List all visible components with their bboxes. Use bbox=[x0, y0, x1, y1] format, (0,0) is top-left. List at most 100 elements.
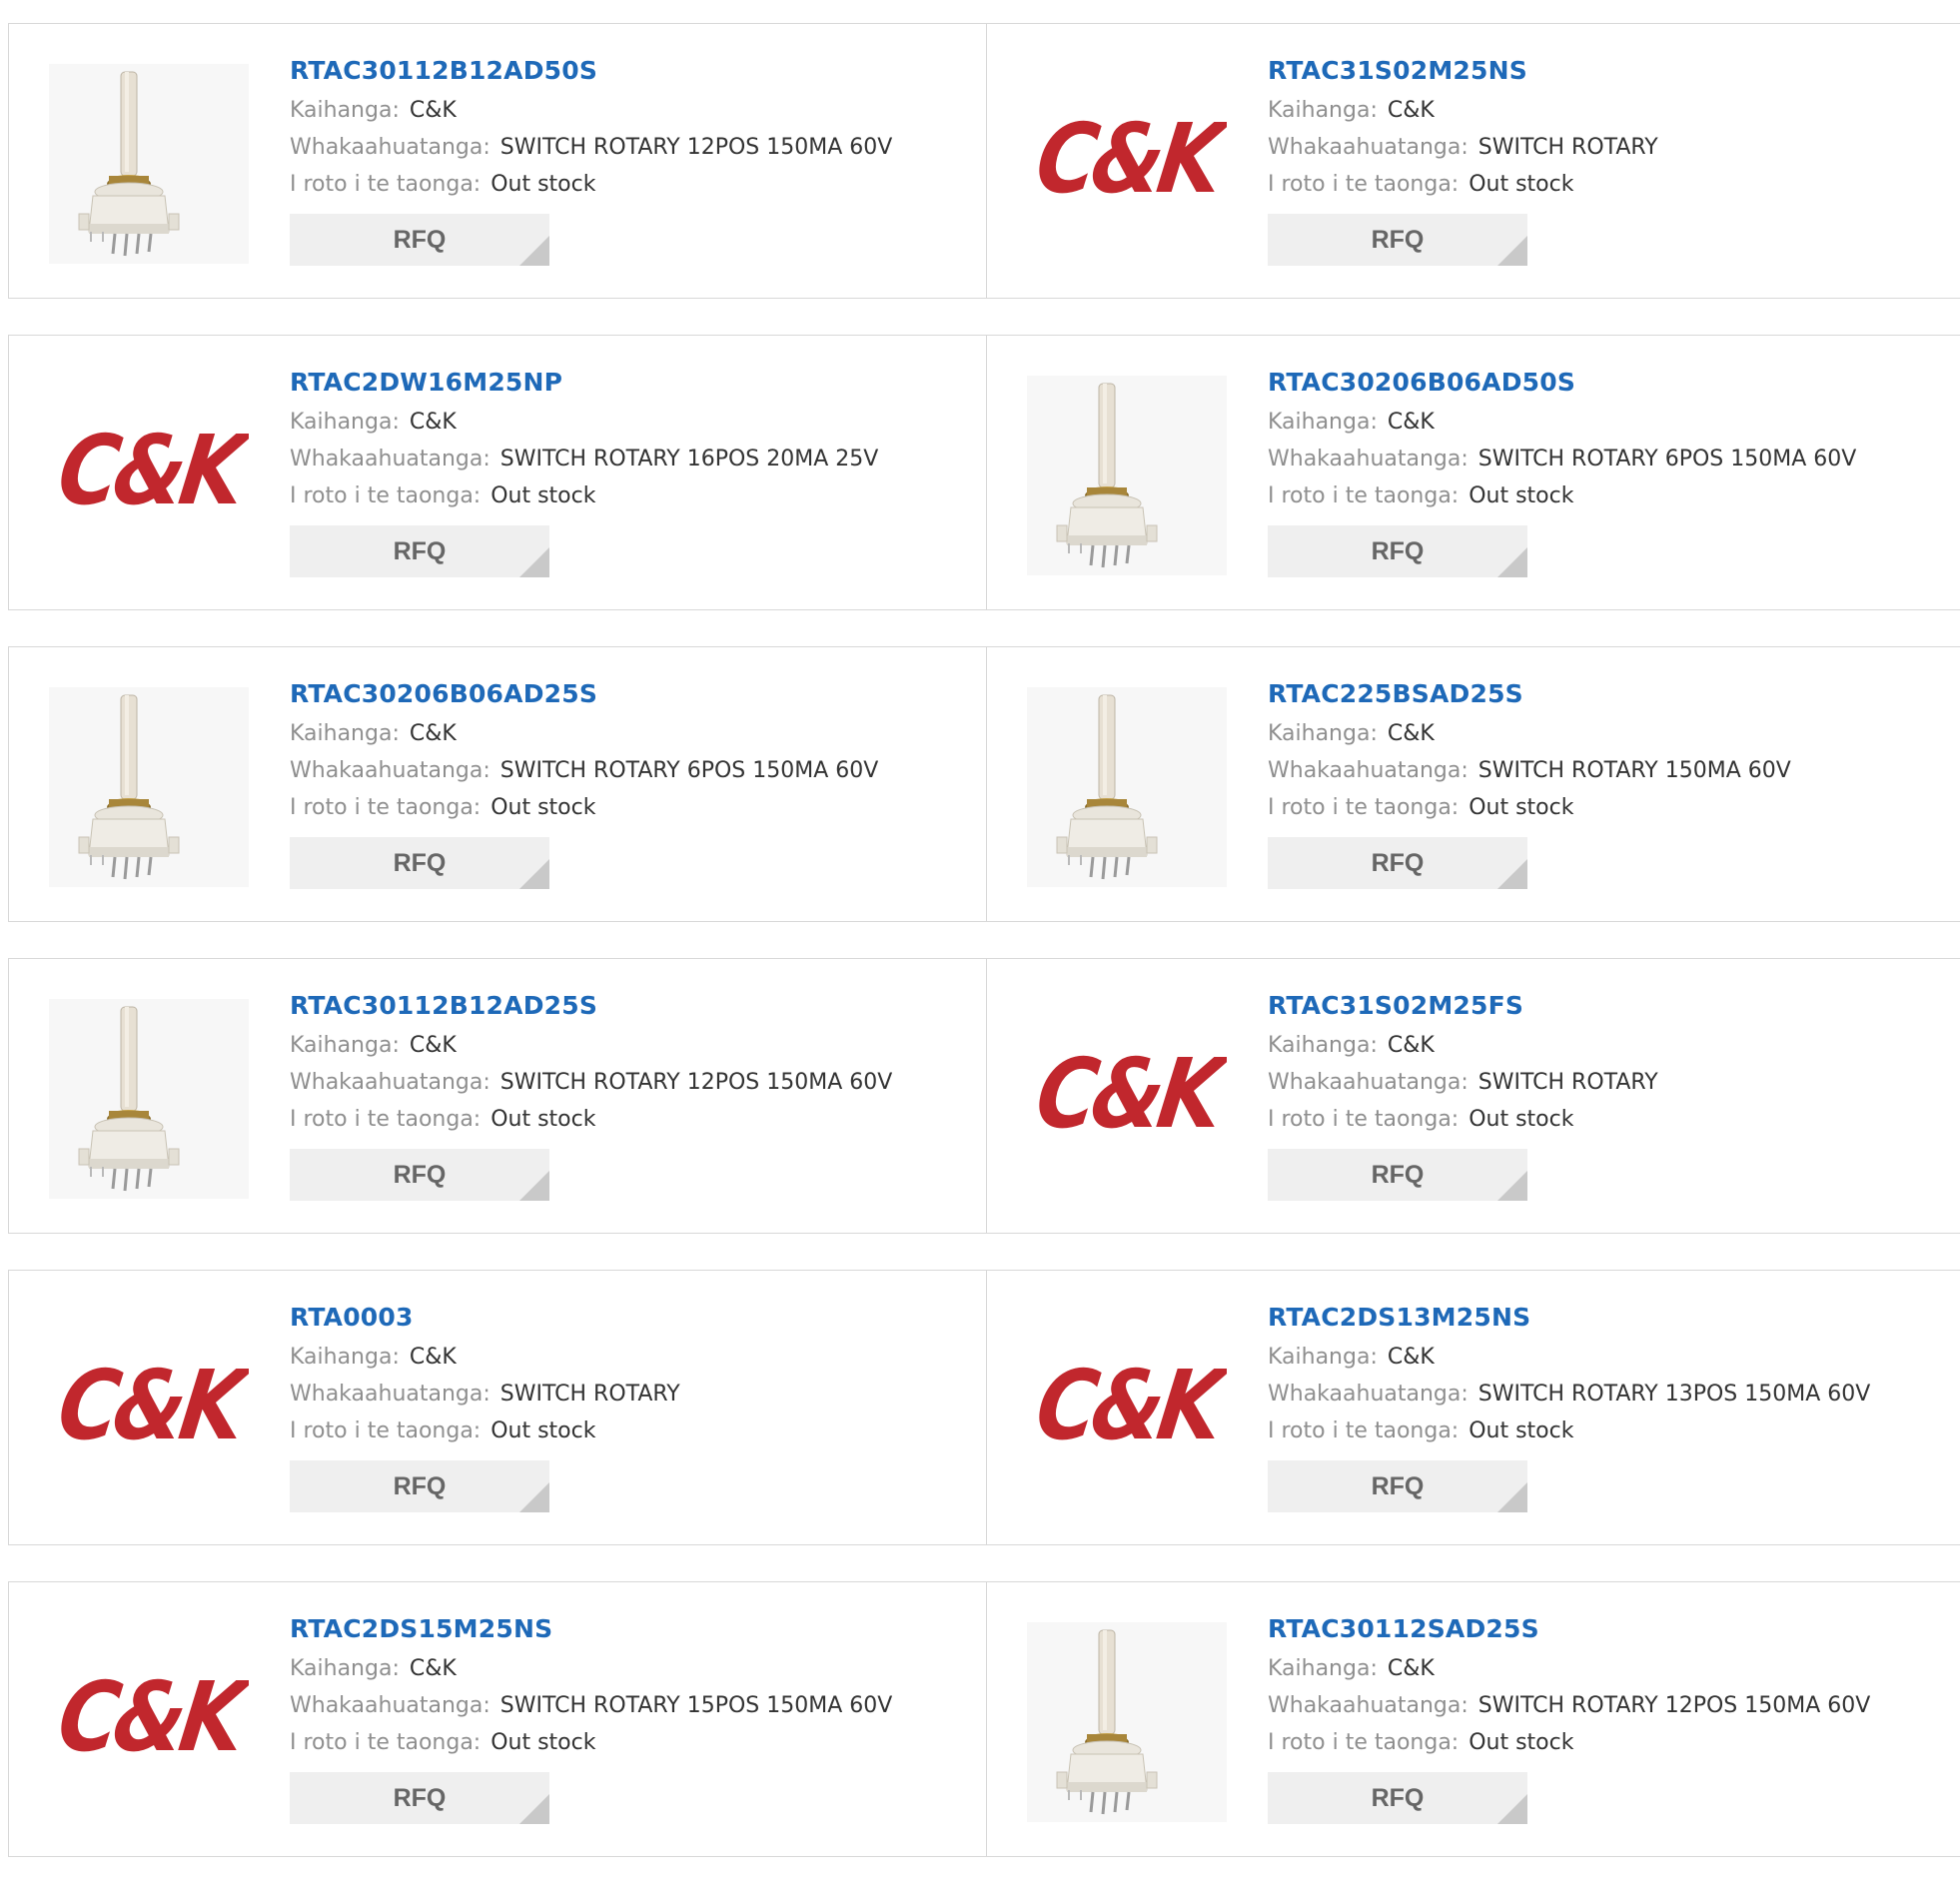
part-number-link[interactable]: RTA0003 bbox=[290, 1301, 414, 1335]
stock-label: I roto i te taonga: bbox=[290, 172, 482, 197]
product-image[interactable] bbox=[1027, 687, 1227, 887]
rfq-button[interactable]: RFQ bbox=[1268, 214, 1527, 266]
rfq-label: RFQ bbox=[1371, 226, 1425, 254]
part-number-link[interactable]: RTAC2DS15M25NS bbox=[290, 1612, 552, 1646]
part-number-link[interactable]: RTAC30112B12AD50S bbox=[290, 54, 597, 88]
stock-field: I roto i te taonga: Out stock bbox=[1268, 166, 1947, 203]
part-number-link[interactable]: RTAC30206B06AD25S bbox=[290, 677, 597, 711]
rotary-switch-photo bbox=[1027, 687, 1227, 887]
part-number-link[interactable]: RTAC30112SAD25S bbox=[1268, 1612, 1539, 1646]
ck-logo: C&K bbox=[1030, 1349, 1227, 1460]
rfq-button[interactable]: RFQ bbox=[290, 525, 549, 577]
corner-triangle-icon bbox=[519, 859, 549, 889]
part-number-link[interactable]: RTAC30112B12AD25S bbox=[290, 989, 597, 1023]
rfq-button[interactable]: RFQ bbox=[290, 1772, 549, 1824]
product-card: C&K RTAC2DS15M25NS Kaihanga: C&K Whakaahu… bbox=[8, 1581, 987, 1857]
stock-field: I roto i te taonga: Out stock bbox=[1268, 789, 1947, 826]
part-number-link[interactable]: RTAC31S02M25FS bbox=[1268, 989, 1523, 1023]
product-card: C&K RTAC2DS13M25NS Kaihanga: C&K Whakaahu… bbox=[986, 1270, 1960, 1545]
corner-triangle-icon bbox=[519, 236, 549, 266]
product-image[interactable] bbox=[1027, 1622, 1227, 1822]
product-info: RTAC2DS15M25NS Kaihanga: C&K Whakaahuatan… bbox=[290, 1612, 969, 1824]
description-label: Whakaahuatanga: bbox=[290, 1070, 490, 1095]
part-number-link[interactable]: RTAC225BSAD25S bbox=[1268, 677, 1523, 711]
description-value: SWITCH ROTARY 12POS 150MA 60V bbox=[499, 135, 893, 160]
manufacturer-value: C&K bbox=[409, 98, 457, 123]
rfq-button[interactable]: RFQ bbox=[1268, 837, 1527, 889]
rfq-button[interactable]: RFQ bbox=[290, 214, 549, 266]
product-row: RTAC30206B06AD25S Kaihanga: C&K Whakaahua… bbox=[8, 646, 1960, 922]
product-image[interactable]: C&K bbox=[1027, 64, 1227, 264]
product-image[interactable]: C&K bbox=[1027, 1311, 1227, 1510]
description-field: Whakaahuatanga: SWITCH ROTARY bbox=[1268, 1064, 1947, 1101]
product-row: C&K RTAC2DW16M25NP Kaihanga: C&K Whakaahu… bbox=[8, 335, 1960, 610]
product-image[interactable] bbox=[1027, 376, 1227, 575]
product-info: RTAC2DS13M25NS Kaihanga: C&K Whakaahuatan… bbox=[1268, 1301, 1947, 1512]
rfq-label: RFQ bbox=[393, 226, 447, 254]
rfq-label: RFQ bbox=[1371, 537, 1425, 565]
part-number-link[interactable]: RTAC2DS13M25NS bbox=[1268, 1301, 1530, 1335]
product-info: RTAC30206B06AD50S Kaihanga: C&K Whakaahua… bbox=[1268, 366, 1947, 577]
manufacturer-value: C&K bbox=[1387, 1033, 1435, 1058]
manufacturer-label: Kaihanga: bbox=[1268, 410, 1378, 435]
svg-text:C&K: C&K bbox=[1030, 102, 1227, 214]
part-number-link[interactable]: RTAC30206B06AD50S bbox=[1268, 366, 1575, 400]
product-card: RTAC225BSAD25S Kaihanga: C&K Whakaahuatan… bbox=[986, 646, 1960, 922]
rotary-switch-photo bbox=[1027, 376, 1227, 575]
stock-value: Out stock bbox=[490, 1107, 596, 1132]
product-card: C&K RTAC31S02M25FS Kaihanga: C&K Whakaahu… bbox=[986, 958, 1960, 1234]
rfq-button[interactable]: RFQ bbox=[1268, 1149, 1527, 1201]
stock-field: I roto i te taonga: Out stock bbox=[1268, 477, 1947, 514]
description-label: Whakaahuatanga: bbox=[1268, 447, 1469, 472]
product-image[interactable]: C&K bbox=[49, 376, 249, 575]
stock-field: I roto i te taonga: Out stock bbox=[290, 1724, 969, 1761]
rfq-button[interactable]: RFQ bbox=[290, 1149, 549, 1201]
product-info: RTAC31S02M25NS Kaihanga: C&K Whakaahuatan… bbox=[1268, 54, 1947, 266]
product-image[interactable] bbox=[49, 687, 249, 887]
product-info: RTAC30206B06AD25S Kaihanga: C&K Whakaahua… bbox=[290, 677, 969, 889]
product-image[interactable] bbox=[49, 999, 249, 1199]
manufacturer-value: C&K bbox=[409, 1656, 457, 1681]
manufacturer-value: C&K bbox=[409, 1345, 457, 1370]
rfq-button[interactable]: RFQ bbox=[1268, 525, 1527, 577]
manufacturer-value: C&K bbox=[1387, 721, 1435, 746]
part-number-link[interactable]: RTAC2DW16M25NP bbox=[290, 366, 562, 400]
description-value: SWITCH ROTARY bbox=[1477, 135, 1658, 160]
svg-text:C&K: C&K bbox=[52, 1349, 249, 1460]
stock-label: I roto i te taonga: bbox=[1268, 795, 1460, 820]
product-info: RTAC30112B12AD50S Kaihanga: C&K Whakaahua… bbox=[290, 54, 969, 266]
rfq-button[interactable]: RFQ bbox=[1268, 1772, 1527, 1824]
svg-text:C&K: C&K bbox=[52, 414, 249, 525]
corner-triangle-icon bbox=[1497, 1482, 1527, 1512]
description-field: Whakaahuatanga: SWITCH ROTARY 13POS 150MA… bbox=[1268, 1376, 1947, 1413]
rotary-switch-photo bbox=[1027, 1622, 1227, 1822]
part-number-link[interactable]: RTAC31S02M25NS bbox=[1268, 54, 1527, 88]
rfq-button[interactable]: RFQ bbox=[290, 837, 549, 889]
product-card: C&K RTAC2DW16M25NP Kaihanga: C&K Whakaahu… bbox=[8, 335, 987, 610]
description-field: Whakaahuatanga: SWITCH ROTARY bbox=[290, 1376, 969, 1413]
description-label: Whakaahuatanga: bbox=[290, 1693, 490, 1718]
rfq-label: RFQ bbox=[1371, 849, 1425, 877]
product-image[interactable]: C&K bbox=[1027, 999, 1227, 1199]
description-value: SWITCH ROTARY 15POS 150MA 60V bbox=[499, 1693, 893, 1718]
product-info: RTAC31S02M25FS Kaihanga: C&K Whakaahuatan… bbox=[1268, 989, 1947, 1201]
stock-label: I roto i te taonga: bbox=[290, 1419, 482, 1443]
rfq-button[interactable]: RFQ bbox=[1268, 1460, 1527, 1512]
product-image[interactable]: C&K bbox=[49, 1311, 249, 1510]
product-card: C&K RTA0003 Kaihanga: C&K Whakaahuatanga:… bbox=[8, 1270, 987, 1545]
rfq-button[interactable]: RFQ bbox=[290, 1460, 549, 1512]
stock-label: I roto i te taonga: bbox=[1268, 1730, 1460, 1755]
rfq-label: RFQ bbox=[393, 537, 447, 565]
description-value: SWITCH ROTARY 6POS 150MA 60V bbox=[499, 758, 879, 783]
product-image[interactable]: C&K bbox=[49, 1622, 249, 1822]
product-grid: RTAC30112B12AD50S Kaihanga: C&K Whakaahua… bbox=[8, 23, 1960, 1893]
product-image[interactable] bbox=[49, 64, 249, 264]
stock-value: Out stock bbox=[490, 1730, 596, 1755]
description-value: SWITCH ROTARY bbox=[499, 1382, 680, 1407]
description-value: SWITCH ROTARY 12POS 150MA 60V bbox=[1477, 1693, 1871, 1718]
rfq-label: RFQ bbox=[1371, 1472, 1425, 1500]
stock-field: I roto i te taonga: Out stock bbox=[290, 166, 969, 203]
manufacturer-field: Kaihanga: C&K bbox=[290, 1650, 969, 1687]
manufacturer-label: Kaihanga: bbox=[290, 1033, 400, 1058]
rfq-label: RFQ bbox=[1371, 1784, 1425, 1812]
